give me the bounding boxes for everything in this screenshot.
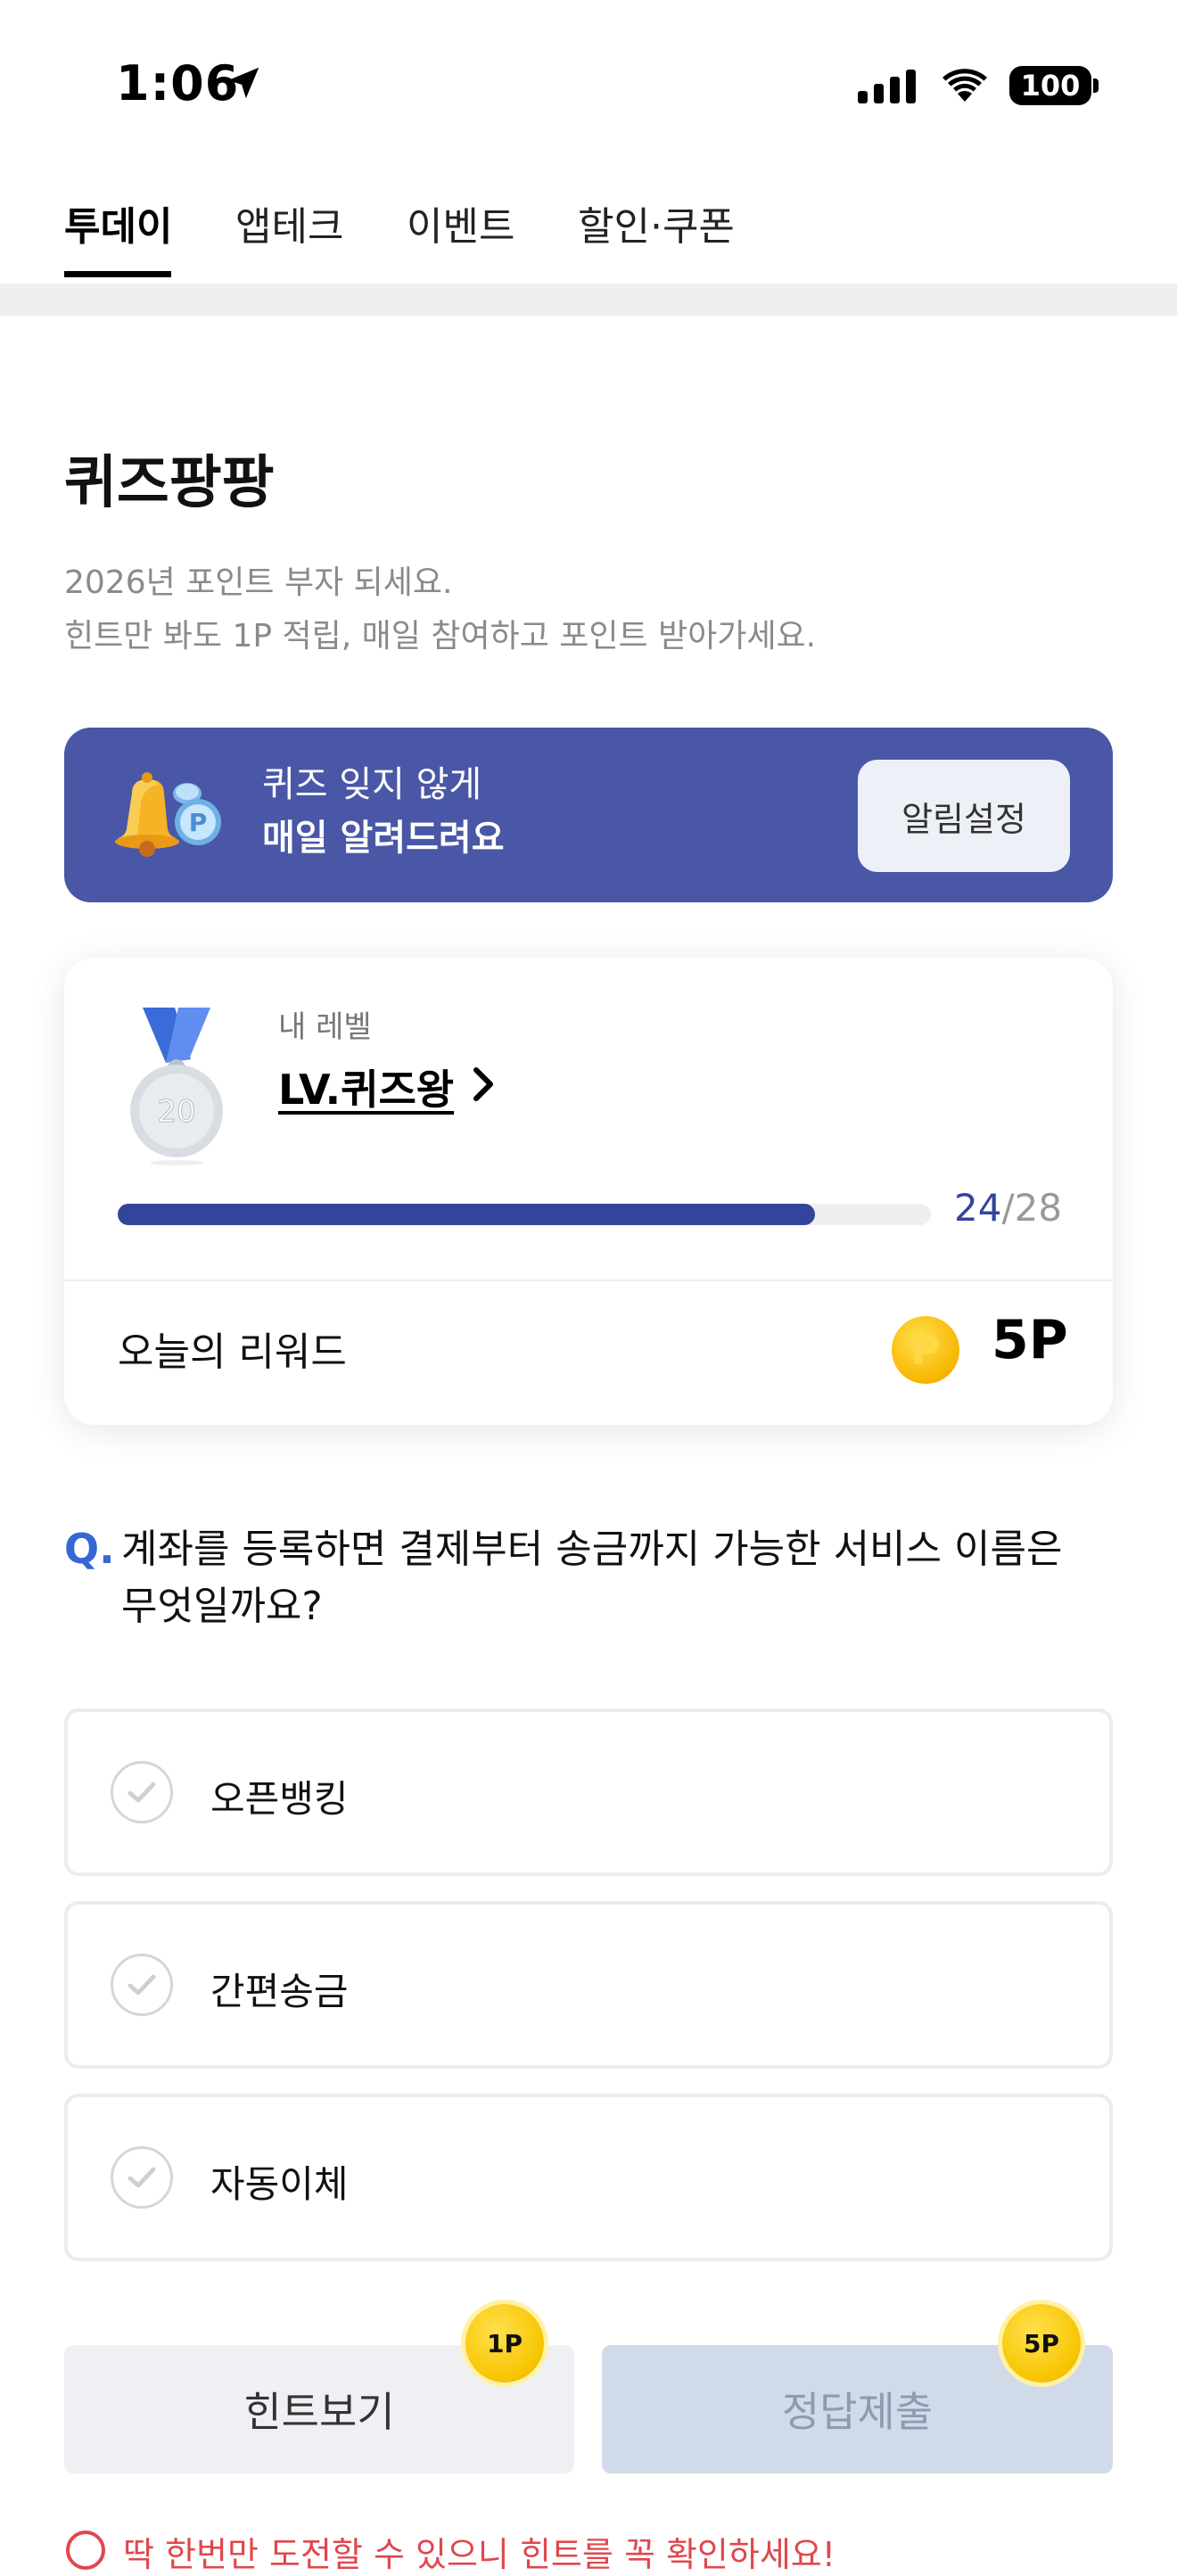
- tab-discount-coupon[interactable]: 할인·쿠폰: [578, 194, 735, 251]
- question-marker: Q.: [64, 1525, 115, 1573]
- answer-option-2[interactable]: 간편송금: [64, 1901, 1113, 2069]
- my-level-label: 내 레벨: [278, 1009, 372, 1045]
- hint-point-badge: 1P: [465, 2304, 544, 2383]
- wifi-icon: [938, 66, 992, 109]
- tab-apptech[interactable]: 앱테크: [235, 194, 343, 251]
- banner-message: 퀴즈 잊지 않게 매일 알려드려요: [262, 758, 505, 865]
- progress-separator: /: [1001, 1186, 1015, 1230]
- check-circle-icon[interactable]: [111, 1761, 173, 1823]
- subtitle-line-1: 2026년 포인트 부자 되세요.: [64, 564, 453, 601]
- answer-option-label: 자동이체: [210, 2162, 349, 2206]
- battery-tip: [1093, 78, 1099, 93]
- banner-line-1: 퀴즈 잊지 않게: [262, 764, 482, 805]
- chevron-right-icon[interactable]: [471, 1066, 498, 1106]
- status-time: 1:06: [116, 55, 240, 111]
- warning-icon: [66, 2531, 105, 2570]
- bell-coin-icon: P: [105, 767, 230, 868]
- subtitle-line-2: 힌트만 봐도 1P 적립, 매일 참여하고 포인트 받아가세요.: [64, 618, 817, 654]
- answer-option-label: 간편송금: [210, 1970, 349, 2013]
- answer-option-3[interactable]: 자동이체: [64, 2094, 1113, 2261]
- progress-current: 24: [954, 1186, 1002, 1230]
- location-arrow-icon: [223, 62, 264, 107]
- submit-point-badge: 5P: [1002, 2304, 1081, 2383]
- answer-option-label: 오픈뱅킹: [210, 1777, 349, 1821]
- svg-text:P: P: [189, 808, 208, 837]
- level-name-link[interactable]: LV.퀴즈왕: [278, 1058, 454, 1116]
- medal-number: 20: [157, 1094, 195, 1130]
- level-progress-count: 24/28: [954, 1186, 1062, 1230]
- banner-line-2: 매일 알려드려요: [262, 818, 505, 859]
- level-progress-fill: [118, 1204, 815, 1225]
- progress-total: 28: [1014, 1186, 1063, 1230]
- question-text: 계좌를 등록하면 결제부터 송금까지 가능한 서비스 이름은 무엇일까요?: [121, 1527, 1063, 1629]
- tab-event[interactable]: 이벤트: [407, 194, 514, 251]
- check-circle-icon[interactable]: [111, 1954, 173, 2016]
- answer-option-1[interactable]: 오픈뱅킹: [64, 1708, 1113, 1876]
- page-title: 퀴즈팡팡: [64, 450, 275, 516]
- medal-icon: 20: [123, 1006, 230, 1170]
- today-reward-label: 오늘의 리워드: [118, 1329, 347, 1375]
- coin-icon: P: [892, 1316, 959, 1384]
- page-subtitle: 2026년 포인트 부자 되세요. 힌트만 봐도 1P 적립, 매일 참여하고 …: [64, 556, 816, 663]
- active-tab-indicator: [64, 271, 171, 277]
- today-reward-value: 5P: [992, 1309, 1068, 1371]
- card-divider: [64, 1280, 1113, 1281]
- warning-text: 딱 한번만 도전할 수 있으니 힌트를 꼭 확인하세요!: [123, 2535, 835, 2574]
- cellular-signal-icon: [858, 68, 916, 103]
- battery-indicator: 100: [1009, 66, 1091, 105]
- notification-settings-button[interactable]: 알림설정: [858, 760, 1070, 872]
- section-divider: [0, 284, 1177, 316]
- tab-today[interactable]: 투데이: [64, 194, 172, 251]
- check-circle-icon[interactable]: [111, 2146, 173, 2209]
